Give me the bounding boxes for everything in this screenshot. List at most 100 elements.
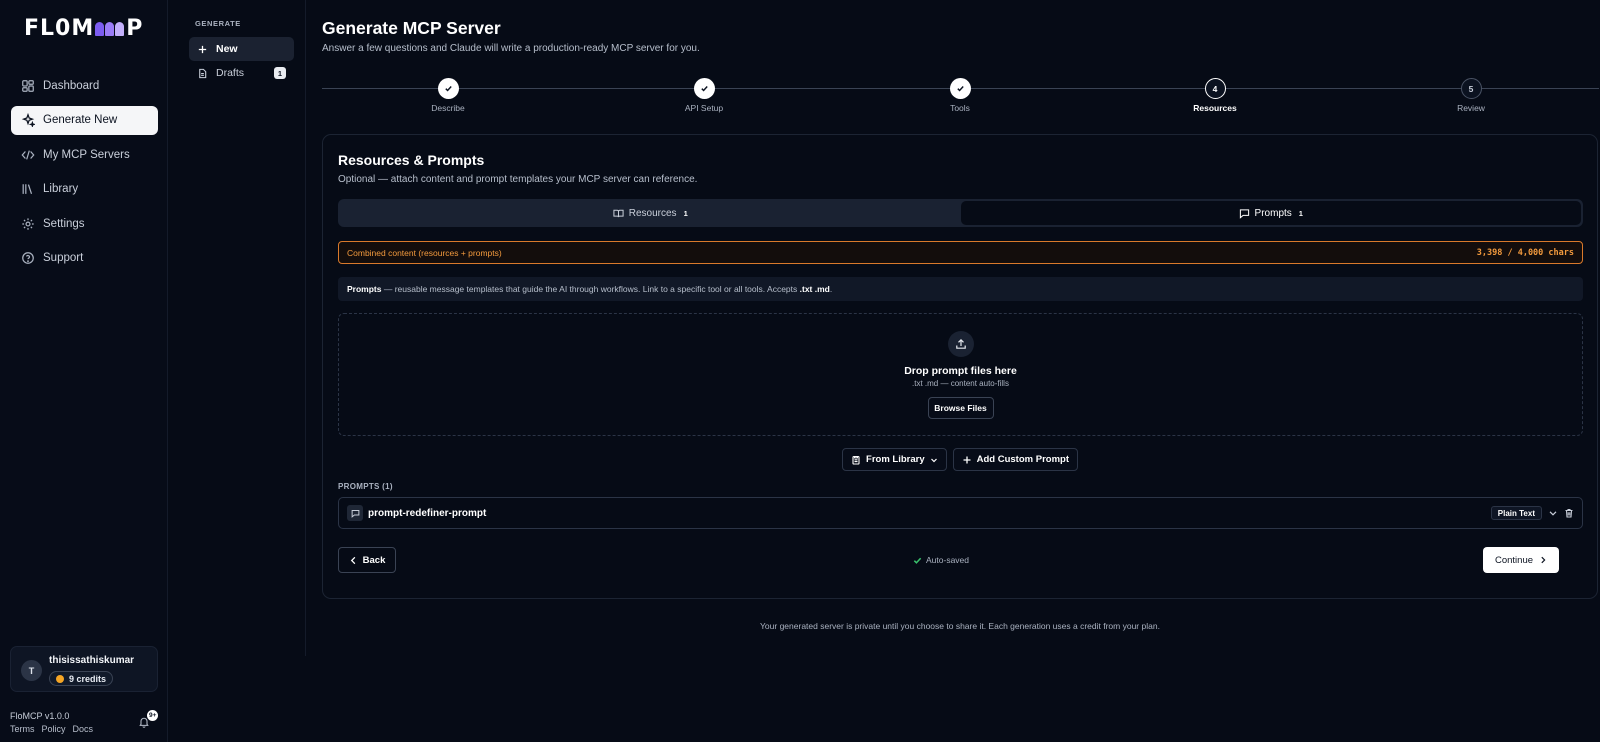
step-label: Tools xyxy=(950,103,970,113)
subnav-item-label: New xyxy=(216,43,238,55)
continue-button[interactable]: Continue xyxy=(1483,547,1559,573)
dropzone-subtitle: .txt .md — content auto-fills xyxy=(912,379,1009,388)
chevron-down-icon[interactable] xyxy=(1548,508,1558,518)
subnav-item-drafts[interactable]: Drafts 1 xyxy=(189,61,294,85)
coin-icon xyxy=(56,674,64,683)
prompts-list-title: PROMPTS (1) xyxy=(338,482,393,491)
subnav-section-title: GENERATE xyxy=(195,19,241,28)
autosave-label: Auto-saved xyxy=(926,555,969,565)
content-limit-label: Combined content (resources + prompts) xyxy=(347,247,502,258)
dashboard-icon xyxy=(22,79,34,92)
add-custom-prompt-button[interactable]: Add Custom Prompt xyxy=(952,448,1078,471)
sidebar-item-generate-new[interactable]: Generate New xyxy=(11,105,158,135)
step-resources[interactable]: 4 Resources xyxy=(1155,78,1275,113)
user-card[interactable]: T thisissathiskumar 9 credits xyxy=(10,646,158,692)
logo-text-end: P xyxy=(126,16,144,41)
back-button[interactable]: Back xyxy=(338,547,396,573)
username: thisissathiskumar xyxy=(49,655,135,666)
subnav-item-new[interactable]: New xyxy=(189,37,294,61)
generate-subnav: GENERATE New Drafts 1 xyxy=(168,0,306,656)
subnav-item-label: Drafts xyxy=(216,67,245,79)
tab-resources[interactable]: Resources 1 xyxy=(340,201,961,225)
document-icon xyxy=(199,68,207,78)
docs-link[interactable]: Docs xyxy=(73,724,94,734)
sidebar-item-label: Settings xyxy=(43,217,85,230)
step-label: Describe xyxy=(431,103,465,113)
clipboard-icon xyxy=(852,455,860,465)
privacy-disclaimer: Your generated server is private until y… xyxy=(760,621,1160,631)
info-text: — reusable message templates that guide … xyxy=(381,284,800,294)
code-icon xyxy=(21,149,35,160)
resources-prompts-card: Resources & Prompts Optional — attach co… xyxy=(322,134,1598,599)
autosave-status: Auto-saved xyxy=(913,555,969,565)
step-tools[interactable]: Tools xyxy=(900,78,1020,113)
book-icon xyxy=(613,209,624,217)
sidebar-item-settings[interactable]: Settings xyxy=(11,209,158,238)
trash-icon[interactable] xyxy=(1564,508,1574,518)
info-end: . xyxy=(829,284,833,294)
tab-prompts[interactable]: Prompts 1 xyxy=(960,201,1581,225)
logo-text: FL0M xyxy=(24,16,95,41)
sidebar-item-label: Generate New xyxy=(43,114,118,126)
help-icon xyxy=(22,252,34,264)
logo-mark-icon xyxy=(95,21,125,36)
content-limit-warning: Combined content (resources + prompts) 3… xyxy=(338,241,1583,264)
continue-label: Continue xyxy=(1494,554,1534,566)
card-subtitle: Optional — attach content and prompt tem… xyxy=(338,174,698,185)
sidebar-item-library[interactable]: Library xyxy=(11,175,158,204)
wizard-stepper: Describe API Setup Tools 4 Resources 5 R… xyxy=(322,78,1599,114)
step-label: Review xyxy=(1457,103,1485,113)
browse-files-button[interactable]: Browse Files xyxy=(927,397,994,419)
dropzone-title: Drop prompt files here xyxy=(904,365,1017,377)
upload-icon xyxy=(947,331,974,357)
credits-badge: 9 credits xyxy=(49,671,114,686)
from-library-button[interactable]: From Library xyxy=(842,448,947,471)
app-version: FloMCP v1.0.0 xyxy=(10,711,70,721)
check-icon xyxy=(913,557,922,564)
step-label: Resources xyxy=(1193,103,1237,113)
chevron-right-icon xyxy=(1541,556,1546,564)
prompt-dropzone[interactable]: Drop prompt files here .txt .md — conten… xyxy=(338,313,1583,436)
card-title: Resources & Prompts xyxy=(338,152,485,168)
tab-label: Prompts xyxy=(1254,207,1292,219)
info-bold-label: Prompts xyxy=(347,284,382,294)
policy-link[interactable]: Policy xyxy=(42,724,66,734)
prompts-info-banner: Prompts — reusable message templates tha… xyxy=(338,277,1583,301)
check-icon xyxy=(437,78,459,99)
prompt-format-select[interactable]: Plain Text xyxy=(1490,506,1542,520)
flomcp-logo[interactable]: FL0M P xyxy=(24,16,143,41)
prompt-actions: From Library Add Custom Prompt xyxy=(323,448,1597,471)
prompt-name: prompt-redefiner-prompt xyxy=(368,507,487,519)
page-subtitle: Answer a few questions and Claude will w… xyxy=(322,43,700,54)
sparkles-icon xyxy=(21,113,35,127)
main-sidebar: FL0M P Dashboard Generate New My MCP Ser… xyxy=(0,0,168,742)
plus-icon xyxy=(963,456,971,463)
list-item[interactable]: prompt-redefiner-prompt Plain Text xyxy=(338,497,1583,529)
sidebar-item-dashboard[interactable]: Dashboard xyxy=(11,71,158,100)
content-limit-value: 3,398 / 4,000 chars xyxy=(1476,247,1574,258)
tab-count: 1 xyxy=(1298,208,1303,218)
sidebar-item-my-mcp-servers[interactable]: My MCP Servers xyxy=(11,140,158,169)
message-icon xyxy=(1239,208,1249,219)
tab-count: 1 xyxy=(683,208,688,218)
step-api-setup[interactable]: API Setup xyxy=(644,78,764,113)
sidebar-item-support[interactable]: Support xyxy=(11,244,158,273)
chevron-down-icon xyxy=(930,458,937,462)
chevron-left-icon xyxy=(350,556,355,564)
back-label: Back xyxy=(362,554,386,566)
resource-prompt-tabs: Resources 1 Prompts 1 xyxy=(338,199,1583,227)
gear-icon xyxy=(22,217,34,230)
info-formats: .txt .md xyxy=(799,284,830,294)
notification-badge: 9+ xyxy=(147,710,159,721)
plus-icon xyxy=(198,45,207,53)
step-describe[interactable]: Describe xyxy=(388,78,508,113)
step-number: 4 xyxy=(1204,78,1226,99)
terms-link[interactable]: Terms xyxy=(10,724,35,734)
sidebar-item-label: Support xyxy=(43,252,84,264)
step-review[interactable]: 5 Review xyxy=(1411,78,1531,113)
library-icon xyxy=(22,184,33,195)
message-icon xyxy=(347,505,363,521)
sidebar-nav: Dashboard Generate New My MCP Servers Li… xyxy=(11,71,158,278)
tab-label: Resources xyxy=(628,207,677,219)
add-custom-prompt-label: Add Custom Prompt xyxy=(976,454,1069,465)
